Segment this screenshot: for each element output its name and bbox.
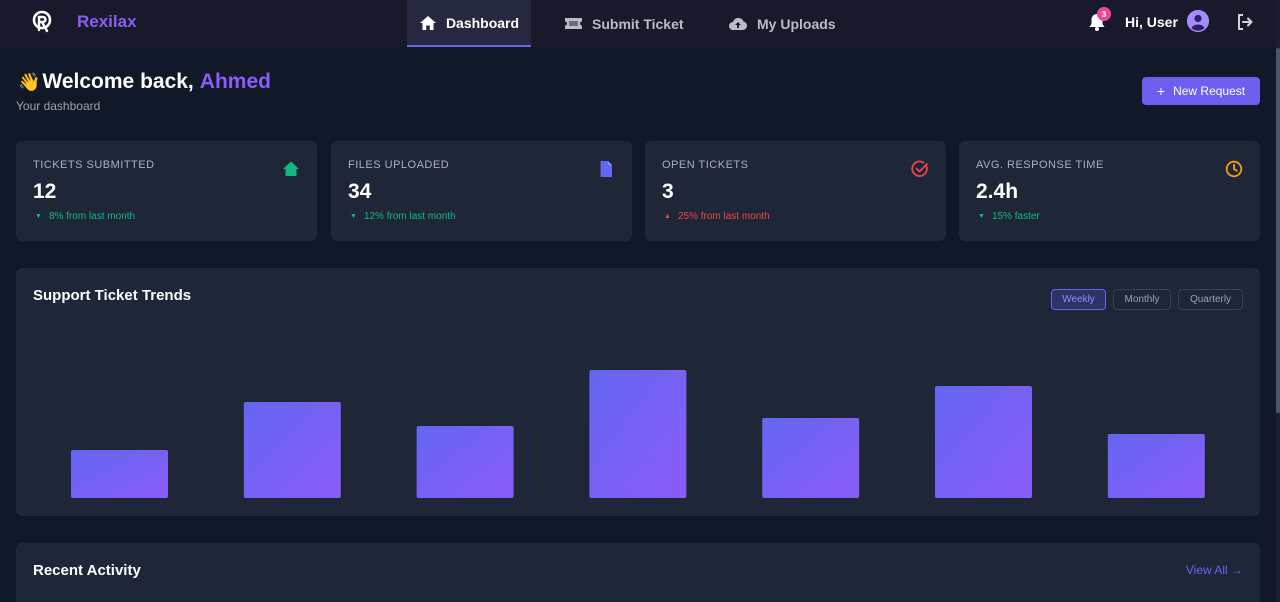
stat-card-tickets-submitted: TICKETS SUBMITTED 12 ▼ 8% from last mont… [16, 141, 317, 241]
stat-delta: ▼ 15% faster [978, 211, 1040, 222]
check-circle-icon [911, 160, 928, 177]
bar-chart [71, 370, 1205, 498]
new-request-button[interactable]: + New Request [1142, 77, 1260, 105]
nav-submit-ticket[interactable]: Submit Ticket [564, 0, 684, 47]
nav-my-uploads-label: My Uploads [757, 15, 836, 32]
view-all-link[interactable]: View All → [1186, 563, 1243, 577]
activity-title: Recent Activity [33, 562, 141, 579]
avatar[interactable] [1187, 10, 1209, 32]
stat-delta-text: 15% faster [991, 211, 1040, 222]
home-icon [283, 161, 299, 176]
user-greeting[interactable]: Hi, User [1125, 14, 1178, 30]
stat-delta: ▼ 8% from last month [35, 211, 135, 222]
stat-card-open-tickets: OPEN TICKETS 3 ▲ 25% from last month [645, 141, 946, 241]
logo-icon [32, 10, 52, 33]
stat-card-files-uploaded: FILES UPLOADED 34 ▼ 12% from last month [331, 141, 632, 241]
stat-value: 3 [662, 180, 674, 203]
brand[interactable]: Rexilax [30, 9, 137, 35]
chart-bar-4[interactable] [589, 370, 687, 498]
nav-my-uploads[interactable]: My Uploads [728, 0, 836, 47]
file-icon [600, 161, 612, 177]
arrow-up-icon: ▲ [664, 213, 671, 220]
chart-bar-3[interactable] [416, 426, 514, 498]
stat-delta: ▲ 25% from last month [664, 211, 770, 222]
cloud-upload-icon [729, 17, 747, 30]
stat-label: OPEN TICKETS [662, 159, 749, 171]
chart-bar-7[interactable] [1107, 434, 1205, 498]
scrollbar-thumb[interactable] [1276, 48, 1280, 413]
chart-bar-6[interactable] [935, 386, 1032, 498]
top-navbar: Rexilax Dashboard Submit Ticket My Uploa… [0, 0, 1276, 47]
stat-label: TICKETS SUBMITTED [33, 159, 155, 171]
nav-dashboard-label: Dashboard [445, 14, 520, 31]
home-icon [419, 15, 436, 30]
arrow-down-icon: ▼ [978, 213, 985, 220]
user-icon [1187, 10, 1209, 32]
chart-bar-2[interactable] [243, 402, 341, 498]
clock-icon [1225, 160, 1243, 178]
welcome-heading: 👋 Welcome back, Ahmed [18, 70, 271, 94]
welcome-prefix: Welcome back, [42, 70, 194, 93]
stat-delta-text: 12% from last month [363, 211, 456, 222]
wave-emoji: 👋 [18, 71, 41, 92]
page-subtitle: Your dashboard [16, 99, 101, 113]
new-request-label: New Request [1173, 84, 1246, 98]
stat-label: AVG. RESPONSE TIME [976, 159, 1104, 171]
chart-bar-1[interactable] [71, 450, 168, 498]
user-name: Ahmed [199, 70, 271, 93]
nav-submit-ticket-label: Submit Ticket [592, 15, 684, 32]
brand-name: Rexilax [77, 12, 137, 31]
logout-icon[interactable] [1236, 13, 1254, 31]
stat-value: 12 [33, 180, 57, 203]
arrow-down-icon: ▼ [35, 213, 42, 220]
stat-card-avg-response-time: AVG. RESPONSE TIME 2.4h ▼ 15% faster [959, 141, 1260, 241]
chart-bar-5[interactable] [762, 418, 860, 498]
notification-badge: 3 [1097, 7, 1111, 21]
stat-value: 2.4h [976, 180, 1019, 203]
stat-value: 34 [348, 180, 372, 203]
nav-dashboard[interactable]: Dashboard [407, 0, 531, 47]
stat-label: FILES UPLOADED [348, 159, 450, 171]
recent-activity-panel: Recent Activity View All → [16, 543, 1260, 602]
stat-delta-text: 8% from last month [48, 211, 136, 222]
arrow-down-icon: ▼ [350, 213, 357, 220]
stat-delta: ▼ 12% from last month [350, 211, 456, 222]
ticket-trends-panel: Support Ticket Trends Weekly Monthly Qua… [16, 268, 1260, 516]
plus-icon: + [1156, 83, 1166, 99]
stat-delta-text: 25% from last month [677, 211, 770, 222]
ticket-icon [565, 18, 582, 29]
